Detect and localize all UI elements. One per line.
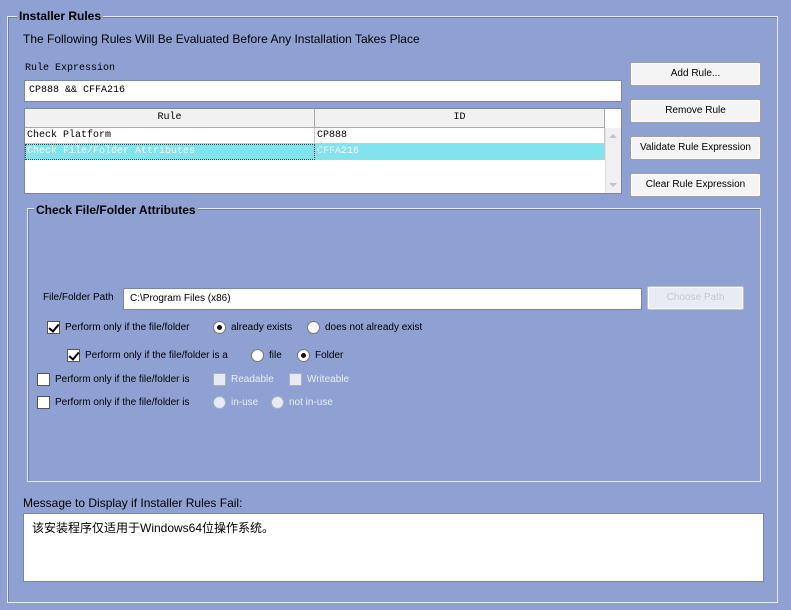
file-label: file bbox=[269, 349, 282, 361]
rules-grid[interactable]: Rule ID Check Platform CP888 Check File/… bbox=[24, 108, 622, 194]
not-in-use-label: not in-use bbox=[289, 396, 333, 408]
id-cell[interactable]: CP888 bbox=[315, 128, 605, 144]
readable-option[interactable]: Readable bbox=[213, 371, 274, 387]
already-exists-radio[interactable] bbox=[213, 320, 226, 334]
writeable-option[interactable]: Writeable bbox=[289, 371, 349, 387]
in-use-radio[interactable] bbox=[213, 395, 226, 409]
use-checkbox-label: Perform only if the file/folder is bbox=[55, 396, 190, 408]
grid-scrollbar[interactable] bbox=[605, 128, 621, 193]
not-in-use-radio[interactable] bbox=[271, 395, 284, 409]
file-folder-path-label: File/Folder Path bbox=[43, 292, 114, 303]
not-exists-option[interactable]: does not already exist bbox=[307, 319, 422, 335]
exists-checkbox[interactable] bbox=[47, 320, 60, 334]
clear-rule-expression-button[interactable]: Clear Rule Expression bbox=[630, 173, 761, 197]
validate-rule-expression-button[interactable]: Validate Rule Expression bbox=[630, 136, 761, 160]
rule-expression-label: Rule Expression bbox=[25, 63, 116, 74]
choose-path-button[interactable]: Choose Path bbox=[647, 286, 744, 310]
type-checkbox-label: Perform only if the file/folder is a bbox=[85, 349, 228, 361]
already-exists-label: already exists bbox=[231, 321, 293, 333]
use-option-row: Perform only if the file/folder is bbox=[37, 394, 190, 410]
installer-rules-title: Installer Rules bbox=[17, 9, 104, 23]
in-use-label: in-use bbox=[231, 396, 259, 408]
writeable-label: Writeable bbox=[307, 373, 350, 385]
already-exists-option[interactable]: already exists bbox=[213, 319, 292, 335]
folder-option[interactable]: Folder bbox=[297, 347, 343, 363]
column-header-id[interactable]: ID bbox=[315, 109, 605, 128]
file-radio[interactable] bbox=[251, 348, 264, 362]
file-folder-attributes-group bbox=[27, 208, 761, 482]
readable-label: Readable bbox=[231, 373, 274, 385]
file-folder-path-input[interactable]: C:\Program Files (x86) bbox=[123, 288, 642, 310]
readable-checkbox[interactable] bbox=[213, 372, 226, 386]
rule-expression-input[interactable]: CP888 && CFFA216 bbox=[24, 80, 622, 102]
add-rule-button[interactable]: Add Rule... bbox=[630, 62, 761, 86]
folder-label: Folder bbox=[315, 349, 344, 361]
file-option[interactable]: file bbox=[251, 347, 282, 363]
scroll-down-icon[interactable] bbox=[609, 183, 617, 187]
scroll-up-icon[interactable] bbox=[609, 134, 617, 138]
remove-rule-button[interactable]: Remove Rule bbox=[630, 99, 761, 123]
use-checkbox[interactable] bbox=[37, 395, 50, 409]
column-header-rule[interactable]: Rule bbox=[25, 109, 315, 128]
access-checkbox-label: Perform only if the file/folder is bbox=[55, 373, 190, 385]
type-option-row: Perform only if the file/folder is a bbox=[67, 347, 228, 363]
exists-option-row: Perform only if the file/folder bbox=[47, 319, 190, 335]
file-folder-attributes-title: Check File/Folder Attributes bbox=[34, 203, 198, 217]
rule-cell[interactable]: Check File/Folder Attributes bbox=[25, 144, 315, 160]
type-checkbox[interactable] bbox=[67, 348, 80, 362]
failure-message-textarea[interactable]: 该安装程序仅适用于Windows64位操作系统。 bbox=[23, 513, 764, 582]
rule-cell[interactable]: Check Platform bbox=[25, 128, 315, 144]
grid-header: Rule ID bbox=[25, 109, 605, 128]
writeable-checkbox[interactable] bbox=[289, 372, 302, 386]
installer-rules-subtitle: The Following Rules Will Be Evaluated Be… bbox=[23, 32, 420, 46]
table-row[interactable]: Check Platform CP888 bbox=[25, 128, 605, 144]
failure-message-label: Message to Display if Installer Rules Fa… bbox=[23, 496, 243, 510]
in-use-option[interactable]: in-use bbox=[213, 394, 258, 410]
not-in-use-option[interactable]: not in-use bbox=[271, 394, 333, 410]
id-cell[interactable]: CFFA216 bbox=[315, 144, 605, 160]
access-checkbox[interactable] bbox=[37, 372, 50, 386]
table-row-selected[interactable]: Check File/Folder Attributes CFFA216 bbox=[25, 144, 605, 160]
access-option-row: Perform only if the file/folder is bbox=[37, 371, 190, 387]
not-exists-radio[interactable] bbox=[307, 320, 320, 334]
exists-checkbox-label: Perform only if the file/folder bbox=[65, 321, 190, 333]
not-exists-label: does not already exist bbox=[325, 321, 423, 333]
folder-radio[interactable] bbox=[297, 348, 310, 362]
